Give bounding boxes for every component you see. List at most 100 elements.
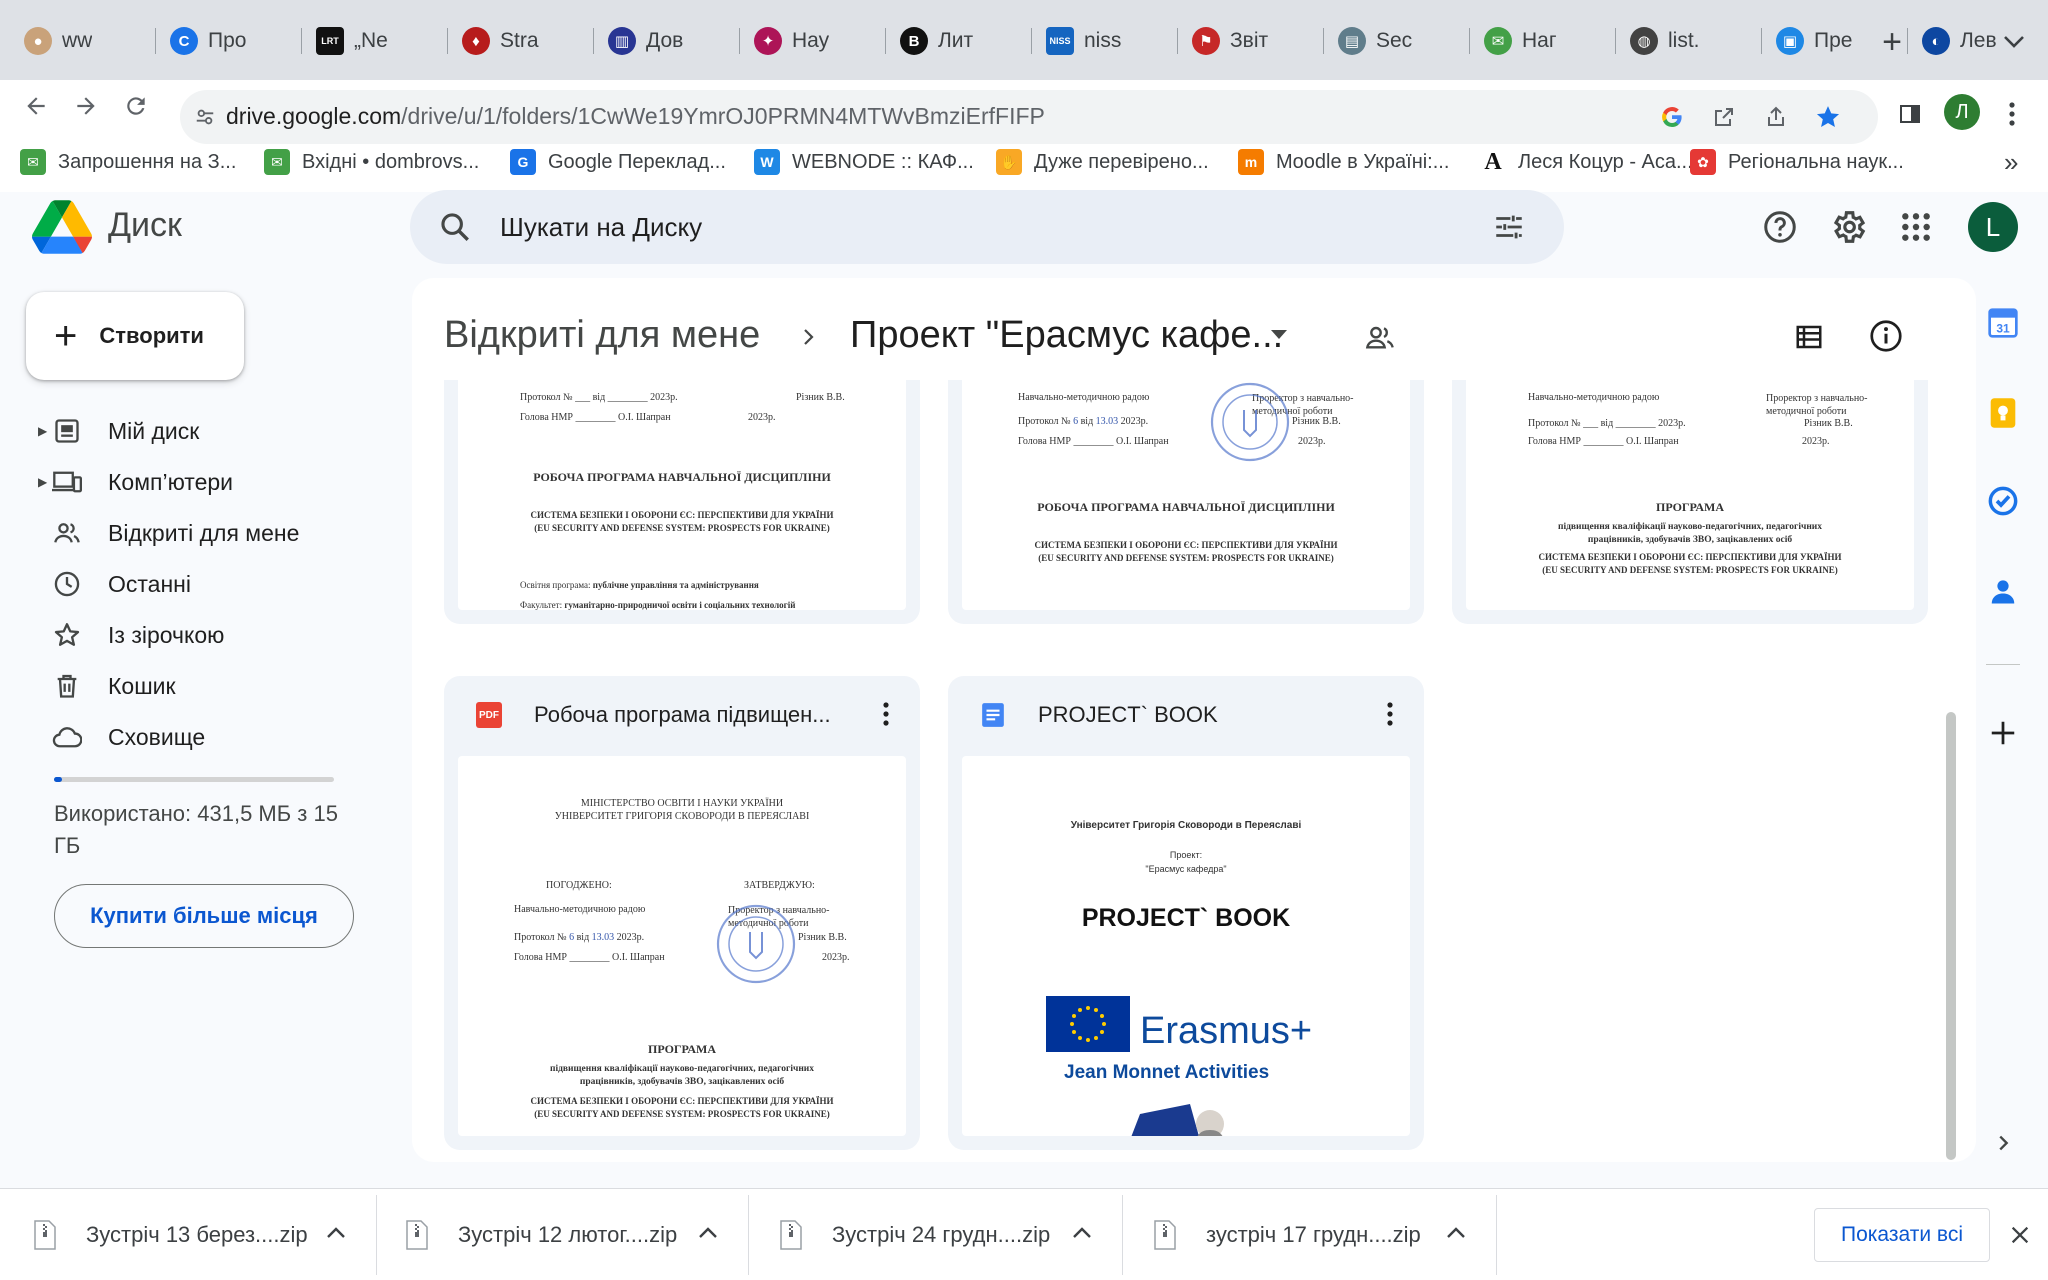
doc-line: Протокол № 6 від 13.03 2023р. [1018, 416, 1149, 427]
bookmark-item[interactable]: G Google Переклад... [510, 144, 726, 180]
open-external-icon[interactable] [1710, 103, 1738, 131]
file-card-course-program[interactable]: Протокол № ___ від ________ 2023р. Різни… [444, 380, 920, 624]
gear-icon [1833, 211, 1866, 243]
download-options-button[interactable] [326, 1225, 346, 1244]
browser-tab[interactable]: B Лит [886, 16, 1020, 66]
browser-tab[interactable]: ♦ Stra [448, 16, 582, 66]
expand-arrow-icon[interactable]: ▶ [38, 475, 47, 489]
drive-search-bar[interactable]: Шукати на Диску [410, 190, 1564, 264]
download-file-name: Зустріч 12 лютог....zip [458, 1222, 678, 1247]
search-input[interactable]: Шукати на Диску [500, 212, 702, 243]
bookmark-item[interactable]: ✿ Регіональна наук... [1690, 144, 1904, 180]
expand-rail-button[interactable] [1980, 1120, 2026, 1166]
breadcrumb-current-folder[interactable]: Проект "Ерасмус кафе... [850, 314, 1283, 357]
browser-tab[interactable]: ✉ Наг [1470, 16, 1604, 66]
help-button[interactable] [1758, 205, 1802, 249]
sidebar-item-label: Кошик [108, 672, 176, 699]
close-downloads-bar-button[interactable] [2004, 1219, 2036, 1251]
file-more-actions-icon[interactable] [1378, 698, 1402, 730]
bookmark-item[interactable]: A Леся Коцур - Aca... [1480, 144, 1692, 180]
sidebar-item[interactable]: Відкриті для мене [42, 513, 299, 553]
browser-tab[interactable]: ▥ Дов [594, 16, 728, 66]
forward-button[interactable] [64, 80, 108, 132]
expand-arrow-icon[interactable]: ▶ [38, 424, 47, 438]
apps-button[interactable] [1894, 205, 1938, 249]
plus-icon: + [54, 314, 78, 358]
profile-avatar[interactable]: Л [1944, 94, 1980, 130]
bookmark-item[interactable]: ✉ Запрошення на З... [20, 144, 236, 180]
app-title: Диск [108, 206, 182, 244]
sidebar-item[interactable]: ▶ Комп’ютери [38, 462, 233, 502]
file-card-qualification-program[interactable]: Навчально-методичною радою Проректор з н… [1452, 380, 1928, 624]
list-view-icon[interactable] [1794, 322, 1824, 352]
browser-tab[interactable]: ⚑ Звіт [1178, 16, 1312, 66]
star-icon [52, 620, 82, 650]
show-all-downloads-button[interactable]: Показати всі [1814, 1208, 1990, 1262]
contacts-addon[interactable] [1980, 568, 2026, 614]
doc-heading: ПРОГРАМА [1655, 500, 1724, 514]
eu-flag-icon [1046, 996, 1130, 1052]
bookmark-item[interactable]: m Moodle в Україні:... [1238, 144, 1449, 180]
download-item[interactable]: Зустріч 24 грудн....zip [746, 1189, 1118, 1280]
browser-tab[interactable]: NISS niss [1032, 16, 1166, 66]
sidebar-item[interactable]: Сховище [42, 717, 205, 757]
settings-button[interactable] [1826, 205, 1870, 249]
browser-tab[interactable]: ● ww [10, 16, 144, 66]
search-icon[interactable] [438, 210, 472, 244]
tab-search-button[interactable] [1996, 22, 2032, 62]
trash-icon [52, 671, 82, 701]
download-options-button[interactable] [698, 1225, 718, 1244]
info-icon[interactable] [1868, 318, 1904, 354]
niss-icon: NISS [1046, 27, 1074, 55]
sidebar-item[interactable]: ▶ Мій диск [38, 411, 199, 451]
tasks-addon[interactable] [1980, 478, 2026, 524]
reload-button[interactable] [114, 80, 158, 132]
caret-down-icon[interactable] [1268, 326, 1290, 342]
browser-tab[interactable]: C Про [156, 16, 290, 66]
doc-line: Різник В.В. [1804, 418, 1853, 429]
new-tab-button[interactable]: + [1872, 22, 1912, 62]
keep-addon[interactable] [1980, 390, 2026, 436]
doc-line: Голова НМР ________ О.І. Шапран [1528, 436, 1679, 447]
bookmark-star-icon[interactable] [1814, 103, 1842, 131]
bookmark-item[interactable]: ✋ Дуже перевірено... [996, 144, 1209, 180]
bookmarks-overflow-chevron-icon[interactable]: » [2004, 144, 2018, 180]
file-card-pdf[interactable]: PDF Робоча програма підвищен... МІНІСТЕР… [444, 676, 920, 1150]
account-avatar[interactable]: L [1968, 202, 2018, 252]
browser-tab[interactable]: ◍ list. [1616, 16, 1750, 66]
bookmark-item[interactable]: ✉ Вхідні • dombrovs... [264, 144, 479, 180]
moodle-icon: m [1238, 149, 1264, 175]
browser-tab[interactable]: LRT „Ne [302, 16, 436, 66]
download-item[interactable]: Зустріч 13 берез....zip [0, 1189, 372, 1280]
google-drive-logo-icon[interactable] [32, 200, 92, 254]
buy-storage-button[interactable]: Купити більше місця [54, 884, 354, 948]
bookmark-item[interactable]: W WEBNODE :: КАФ... [754, 144, 974, 180]
browser-tab[interactable]: ▤ Sec [1324, 16, 1458, 66]
add-addon-button[interactable] [1980, 710, 2026, 756]
calendar-addon[interactable]: 31 [1980, 300, 2026, 346]
circle-c-icon: C [170, 27, 198, 55]
file-more-actions-icon[interactable] [874, 698, 898, 730]
google-g-icon[interactable] [1658, 103, 1686, 131]
file-card-doc[interactable]: PROJECT` BOOK Університет Григорія Сково… [948, 676, 1424, 1150]
browser-tab[interactable]: ✦ Нау [740, 16, 874, 66]
site-info-icon[interactable] [194, 106, 216, 128]
arrow-right-icon [77, 97, 95, 115]
shared-folder-icon[interactable] [1364, 322, 1396, 354]
file-card-header: PDF Робоча програма підвищен... [444, 676, 920, 752]
download-options-button[interactable] [1072, 1225, 1092, 1244]
breadcrumb-shared-with-me[interactable]: Відкриті для мене [444, 314, 760, 357]
sidebar-item[interactable]: Із зірочкою [42, 615, 224, 655]
app-icon: ▣ [1776, 27, 1804, 55]
share-icon[interactable] [1762, 103, 1790, 131]
download-item[interactable]: Зустріч 12 лютог....zip [372, 1189, 744, 1280]
search-options-icon[interactable] [1492, 210, 1526, 244]
create-button[interactable]: + Створити [26, 292, 244, 380]
content-scrollbar[interactable] [1946, 712, 1956, 1160]
download-item[interactable]: зустріч 17 грудн....zip [1120, 1189, 1492, 1280]
sidebar-item[interactable]: Кошик [42, 666, 176, 706]
back-button[interactable] [14, 80, 58, 132]
file-card-course-program-signed[interactable]: Навчально-методичною радою Проректор з н… [948, 380, 1424, 624]
sidebar-item[interactable]: Останні [42, 564, 191, 604]
download-options-button[interactable] [1446, 1225, 1466, 1244]
